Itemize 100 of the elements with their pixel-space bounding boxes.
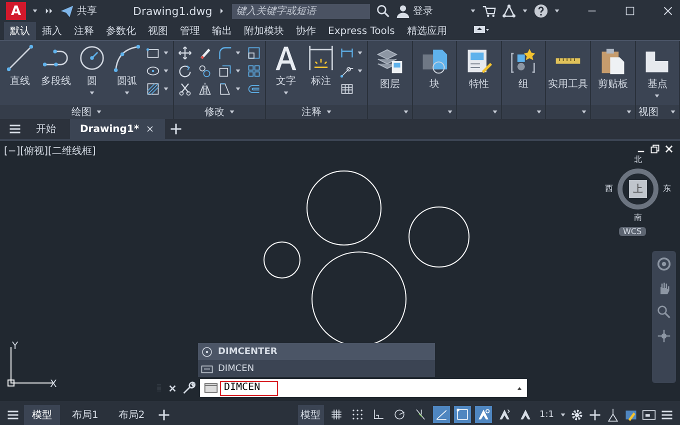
caret-icon[interactable] <box>228 109 234 115</box>
menu-icon[interactable] <box>8 122 22 136</box>
help-icon[interactable] <box>534 4 548 18</box>
gear-icon[interactable] <box>570 408 584 422</box>
orbit-icon[interactable] <box>657 329 671 343</box>
selection-toggle[interactable] <box>454 406 471 423</box>
document-tab[interactable]: 开始 <box>26 119 66 139</box>
ribbon-tab[interactable]: 注释 <box>68 22 100 40</box>
caret-up-icon[interactable] <box>516 384 523 392</box>
ribbon-tab[interactable]: 插入 <box>36 22 68 40</box>
caret-icon[interactable] <box>654 93 660 99</box>
annotation-toggle[interactable] <box>474 406 492 423</box>
suggestion-item[interactable]: DIMCENTER <box>198 343 435 360</box>
layout-tab[interactable]: 布局2 <box>110 404 153 424</box>
caret-icon[interactable] <box>235 68 241 74</box>
close-icon[interactable] <box>662 5 674 17</box>
copy-icon[interactable] <box>198 64 212 78</box>
cart-icon[interactable] <box>482 4 496 18</box>
close-icon[interactable] <box>145 124 156 134</box>
command-prompt-icon[interactable] <box>204 381 218 395</box>
ribbon-tab[interactable]: 附加模块 <box>238 22 290 40</box>
caret-icon[interactable] <box>124 90 130 96</box>
caret-icon[interactable] <box>163 50 169 56</box>
sign-in-button[interactable]: 登录 <box>396 4 434 18</box>
caret-icon[interactable] <box>357 68 363 74</box>
linear-dimension-icon[interactable] <box>340 46 354 60</box>
hatch-icon[interactable] <box>146 82 160 96</box>
caret-icon[interactable] <box>554 8 560 14</box>
zoom-icon[interactable] <box>657 305 671 319</box>
line-icon[interactable] <box>6 44 34 72</box>
app-menu-button[interactable]: A <box>6 2 26 20</box>
plus-icon[interactable] <box>169 122 184 136</box>
polyline-button[interactable]: 多段线 <box>39 44 73 88</box>
layers-button[interactable]: 图层 <box>374 47 406 91</box>
fillet-icon[interactable] <box>218 46 232 60</box>
caret-icon[interactable] <box>560 412 566 418</box>
caret-icon[interactable] <box>470 8 476 14</box>
maximize-icon[interactable] <box>624 5 636 17</box>
move-icon[interactable] <box>178 46 192 60</box>
suggestion-item[interactable]: DIMCEN <box>198 360 435 377</box>
caret-icon[interactable] <box>326 109 332 115</box>
line-button[interactable]: 直线 <box>4 44 36 88</box>
ribbon-tab[interactable]: 精选应用 <box>400 22 453 40</box>
ellipse-icon[interactable] <box>146 64 160 78</box>
model-space-button[interactable]: 模型 <box>298 404 324 424</box>
arc-button[interactable]: 圆弧 <box>111 44 143 96</box>
array-icon[interactable] <box>247 64 261 78</box>
wrench-icon[interactable] <box>182 381 196 395</box>
layout-tab[interactable]: 布局1 <box>64 404 106 424</box>
caret-icon[interactable] <box>89 90 95 96</box>
text-button[interactable]: 文字 <box>270 44 302 96</box>
eraser-icon[interactable] <box>198 46 212 60</box>
caret-icon[interactable] <box>235 50 241 56</box>
ruler-button[interactable]: 实用工具 <box>546 47 590 91</box>
stretch-icon[interactable] <box>218 82 232 96</box>
screen-icon[interactable] <box>642 408 656 422</box>
rectangle-icon[interactable] <box>146 46 160 60</box>
viewcube-face[interactable]: 上 <box>629 180 647 198</box>
user-icon[interactable] <box>396 4 410 18</box>
restore-icon[interactable] <box>650 144 660 154</box>
caret-icon[interactable] <box>32 8 38 14</box>
wcs-menu[interactable]: WCS <box>619 227 646 236</box>
group-icon[interactable] <box>509 47 538 75</box>
command-input[interactable]: DIMCEN <box>200 379 527 397</box>
ribbon-tab[interactable]: 默认 <box>4 22 36 40</box>
ribbon-tab[interactable]: 视图 <box>142 22 174 40</box>
compass-ring[interactable] <box>616 167 660 211</box>
annotation-scale-button[interactable]: 1:1 <box>538 410 556 420</box>
ribbon-tab[interactable]: 协作 <box>290 22 322 40</box>
caret-icon[interactable] <box>670 109 676 115</box>
caret-icon[interactable] <box>283 90 289 96</box>
block-icon[interactable] <box>420 47 448 75</box>
ribbon-tab[interactable]: 输出 <box>206 22 238 40</box>
circle-icon[interactable] <box>78 44 106 72</box>
caret-icon[interactable] <box>357 50 363 56</box>
leader-icon[interactable] <box>340 64 354 78</box>
caret-icon[interactable] <box>447 109 453 115</box>
viewport-label[interactable]: [−][俯视][二维线框] <box>4 144 96 158</box>
arc-icon[interactable] <box>113 44 141 72</box>
search-field[interactable]: 键入关键字或短语 <box>232 4 370 18</box>
close-icon[interactable] <box>167 382 178 394</box>
rotate-icon[interactable] <box>178 64 192 78</box>
steering-wheel-icon[interactable] <box>657 257 671 271</box>
caret-icon[interactable] <box>163 68 169 74</box>
group-button[interactable]: 组 <box>507 47 540 91</box>
block-button[interactable]: 块 <box>418 47 450 91</box>
offset-icon[interactable] <box>247 82 261 96</box>
layers-icon[interactable] <box>376 47 404 75</box>
paper-plane-icon[interactable] <box>60 4 74 18</box>
scale-icon[interactable] <box>247 46 261 60</box>
scissors-icon[interactable] <box>178 82 192 96</box>
caret-icon[interactable] <box>522 8 528 14</box>
properties-button[interactable]: 特性 <box>462 47 495 91</box>
caret-icon[interactable] <box>163 86 169 92</box>
caret-icon[interactable] <box>626 109 632 115</box>
clipboard-button[interactable]: 剪贴板 <box>596 47 630 91</box>
caret-icon[interactable] <box>536 109 542 115</box>
dynamic-toggle[interactable] <box>432 406 450 423</box>
caret-icon[interactable] <box>492 109 498 115</box>
plus-icon[interactable] <box>156 408 171 422</box>
